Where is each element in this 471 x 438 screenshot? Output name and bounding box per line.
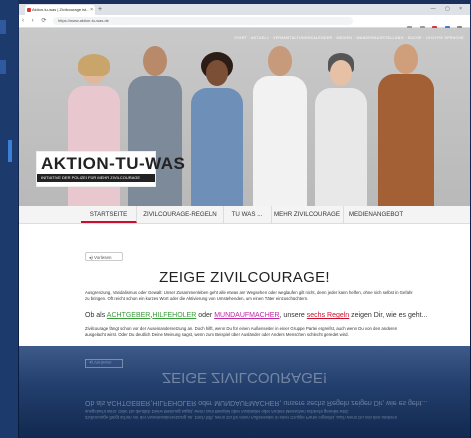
roles-oder: oder	[196, 312, 215, 319]
reflection-sechs-regeln: sechs Regeln	[306, 399, 350, 406]
reflection-roles-prefix: Ob als	[85, 399, 107, 406]
logo-title: AKTION-TU-WAS	[41, 154, 186, 173]
strip-highlight	[8, 140, 12, 162]
person-head	[330, 60, 352, 86]
favicon-icon	[27, 8, 31, 12]
top-navigation[interactable]: START · AKTUELL · VERANSTALTUNGSKALENDER…	[234, 36, 464, 40]
new-tab-button[interactable]: +	[98, 4, 102, 15]
extensions-area	[404, 18, 462, 31]
main-menu: STARTSEITE ZIVILCOURAGE-REGELN TU WAS ..…	[19, 206, 470, 224]
reflection-title: ZEIGE ZIVILCOURAGE!	[161, 369, 328, 386]
link-achtgeber[interactable]: ACHTGEBER	[107, 312, 151, 319]
person-head	[268, 46, 292, 76]
reflection-content: Zivilcourage fängt schon vor der Auseina…	[19, 346, 470, 438]
strip-tick	[0, 20, 6, 34]
body-paragraph: Zivilcourage fängt schon vor der Auseina…	[85, 326, 398, 337]
reflection-vorlesen: ◂) Vorlesen	[85, 359, 123, 368]
main-content: ◂) Vorlesen ZEIGE ZIVILCOURAGE! Ausgrenz…	[19, 224, 470, 346]
person-body	[68, 86, 120, 206]
person-head	[143, 46, 167, 76]
person-head	[206, 60, 228, 86]
link-mundaufmacher[interactable]: MUNDAUFMACHER	[214, 312, 279, 319]
person-body	[128, 76, 182, 206]
window-controls[interactable]: — ▢ ×	[431, 4, 466, 15]
roles-suffix: zeigen Dir, wie es geht...	[349, 312, 428, 319]
address-bar-row: ‹ › ⟳ ⌂ https://www.aktion-tu-was.de	[19, 15, 470, 31]
menu-item-zivilcourage-regeln[interactable]: ZIVILCOURAGE-REGELN	[137, 206, 224, 223]
menu-item-mehr-zivilcourage[interactable]: MEHR ZIVILCOURAGE	[271, 206, 344, 223]
tab-title: Aktion-tu-was | Zivilcourage ist...	[32, 7, 90, 12]
page-title: ZEIGE ZIVILCOURAGE!	[159, 269, 330, 286]
roles-prefix: Ob als	[85, 312, 107, 319]
reflection-unsere: , unsere	[279, 399, 307, 406]
person-figure	[374, 44, 438, 206]
person-body	[191, 88, 243, 206]
person-figure	[187, 52, 247, 206]
person-hair	[78, 54, 110, 76]
reflection-mundaufmacher: MUNDAUFMACHER	[214, 399, 280, 406]
reflection-roles-line: Ob als ACHTGEBER,HILFEHOLER oder MUNDAUF…	[85, 399, 428, 406]
hero-image: START · AKTUELL · VERANSTALTUNGSKALENDER…	[19, 28, 470, 206]
strip-tick	[0, 60, 6, 74]
site-logo[interactable]: AKTION-TU-WAS INITIATIVE DER POLIZEI FÜR…	[37, 152, 185, 186]
screen-reflection: Zivilcourage fängt schon vor der Auseina…	[19, 346, 470, 438]
link-sechs-regeln[interactable]: sechs Regeln	[307, 312, 349, 319]
read-aloud-button[interactable]: ◂) Vorlesen	[85, 252, 123, 261]
reflection-hilfeholer: HILFEHOLER	[152, 399, 197, 406]
menu-item-startseite[interactable]: STARTSEITE	[81, 206, 137, 223]
person-figure	[249, 46, 311, 206]
person-body	[378, 74, 434, 206]
browser-window: Aktion-tu-was | Zivilcourage ist... × + …	[19, 4, 470, 346]
person-body	[315, 88, 367, 206]
link-hilfeholer[interactable]: HILFEHOLER	[152, 312, 196, 319]
roles-unsere: , unsere	[279, 312, 307, 319]
person-figure	[311, 53, 371, 206]
url-input[interactable]: https://www.aktion-tu-was.de	[53, 17, 353, 25]
menu-item-medienangebot[interactable]: MEDIENANGEBOT	[343, 206, 409, 223]
person-body	[253, 76, 307, 206]
menu-item-tu-was[interactable]: TU WAS ...	[223, 206, 272, 223]
reflection-achtgeber: ACHTGEBER	[106, 399, 151, 406]
reflection-roles-suffix: zeigen Dir, wie es geht...	[349, 399, 428, 406]
logo-subtitle: INITIATIVE DER POLIZEI FÜR MEHR ZIVILCOU…	[37, 174, 155, 182]
reflection-oder: oder	[196, 399, 215, 406]
person-head	[394, 44, 418, 74]
roles-line: Ob als ACHTGEBER,HILFEHOLER oder MUNDAUF…	[85, 312, 428, 319]
intro-paragraph: Ausgrenzung, Vandalismus oder Gewalt: Un…	[85, 290, 413, 301]
reflection-paragraph: Zivilcourage fängt schon vor der Auseina…	[85, 409, 398, 420]
tab-close-icon[interactable]: ×	[90, 5, 93, 15]
tab-bar: Aktion-tu-was | Zivilcourage ist... × + …	[19, 4, 470, 15]
browser-tab[interactable]: Aktion-tu-was | Zivilcourage ist... ×	[25, 5, 95, 15]
left-panel-strip	[0, 0, 18, 438]
